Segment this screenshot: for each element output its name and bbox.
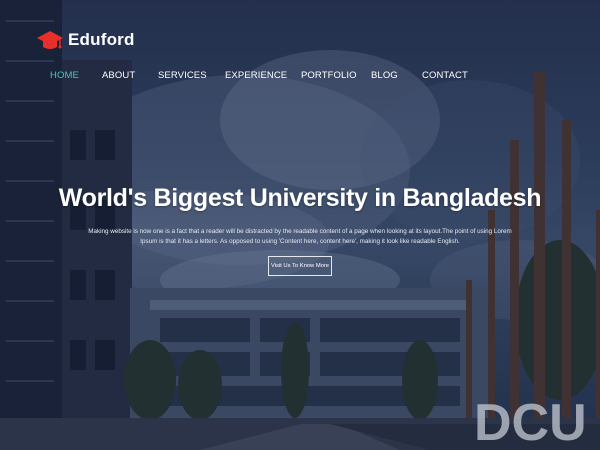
nav-item-experience[interactable]: EXPERIENCE: [225, 70, 287, 81]
nav-item-home[interactable]: HOME: [50, 70, 79, 81]
graduation-cap-icon: [37, 31, 63, 49]
nav-item-portfolio[interactable]: PORTFOLIO: [301, 70, 357, 81]
campus-sign-text: DCU: [474, 394, 587, 450]
hero-title: World's Biggest University in Bangladesh: [58, 184, 542, 212]
campus-sign: DCU: [474, 394, 587, 450]
brand-name: Eduford: [68, 30, 135, 49]
main-navigation: HOME ABOUT SERVICES EXPERIENCE PORTFOLIO…: [0, 70, 600, 84]
brand-logo[interactable]: Eduford: [36, 28, 135, 52]
nav-item-contact[interactable]: CONTACT: [422, 70, 468, 81]
nav-item-about[interactable]: ABOUT: [102, 70, 135, 81]
nav-item-services[interactable]: SERVICES: [158, 70, 207, 81]
hero-section: DCU Eduford HOME ABOUT SERVICES EXPERIEN…: [0, 0, 600, 450]
nav-item-blog[interactable]: BLOG: [371, 70, 398, 81]
hero-description: Making website is now one is a fact that…: [88, 228, 512, 245]
visit-us-button[interactable]: Visit Us To Know More: [268, 256, 332, 276]
